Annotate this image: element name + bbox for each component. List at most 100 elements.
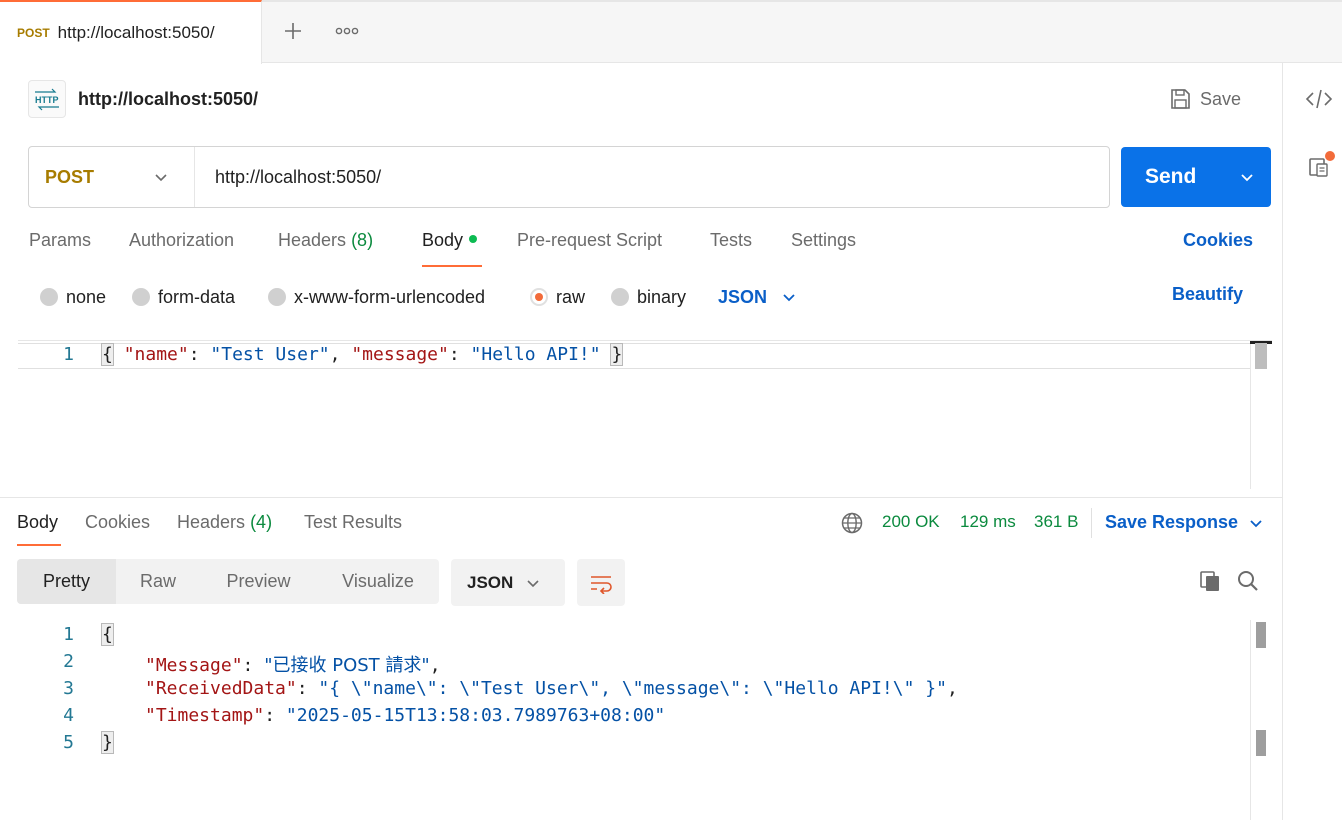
chevron-down-icon [783, 294, 795, 302]
cookies-link[interactable]: Cookies [1183, 230, 1253, 251]
tab-settings[interactable]: Settings [791, 230, 856, 268]
save-response-label: Save Response [1105, 512, 1239, 532]
save-icon [1171, 89, 1190, 109]
svg-text:HTTP: HTTP [35, 95, 59, 105]
response-status[interactable]: 200 OK [882, 512, 940, 532]
code-line: } [101, 731, 114, 754]
request-tab-active[interactable]: POST http://localhost:5050/ [0, 0, 262, 64]
tab-tests[interactable]: Tests [710, 230, 752, 268]
body-type-raw[interactable]: raw [530, 284, 585, 310]
request-title-row: HTTP http://localhost:5050/ [28, 80, 258, 118]
tab-pre-request-script[interactable]: Pre-request Script [517, 230, 662, 268]
code-line: { [101, 623, 114, 646]
view-pretty[interactable]: Pretty [17, 559, 116, 604]
radio-urlencoded-label: x-www-form-urlencoded [294, 286, 486, 307]
wrap-lines-button[interactable] [577, 559, 625, 606]
beautify-link[interactable]: Beautify [1172, 284, 1243, 305]
response-tab-cookies[interactable]: Cookies [85, 512, 150, 533]
response-time[interactable]: 129 ms [960, 512, 1016, 532]
http-icon: HTTP [28, 80, 66, 118]
chevron-down-icon [1250, 519, 1262, 527]
radio-urlencoded[interactable] [268, 288, 286, 306]
view-raw[interactable]: Raw [116, 559, 200, 604]
code-icon[interactable] [1305, 87, 1333, 111]
radio-binary[interactable] [611, 288, 629, 306]
response-tab-test-results[interactable]: Test Results [304, 512, 402, 533]
body-type-none[interactable]: none [40, 284, 106, 310]
line-number: 1 [63, 624, 74, 645]
line-number: 4 [63, 705, 74, 726]
request-name[interactable]: http://localhost:5050/ [78, 89, 258, 110]
code-token: "Message" [145, 655, 243, 676]
url-input[interactable] [215, 166, 1075, 188]
view-preview[interactable]: Preview [200, 559, 317, 604]
body-type-urlencoded[interactable]: x-www-form-urlencoded [268, 284, 485, 310]
response-tab-body[interactable]: Body [17, 512, 58, 533]
code-token: "已接收 POST 請求" [264, 655, 430, 676]
code-token: "Test User" [210, 344, 330, 365]
save-label: Save [1200, 88, 1242, 109]
tab-body[interactable]: Body [422, 230, 478, 268]
search-icon[interactable] [1236, 569, 1260, 593]
body-language-select[interactable]: JSON [718, 284, 797, 310]
url-bar: POST [28, 146, 1110, 208]
request-body-editor[interactable]: 1 { "name": "Test User", "message": "Hel… [18, 340, 1272, 489]
code-token: , [946, 678, 958, 699]
response-format-label: JSON [467, 572, 514, 592]
code-token: "message" [351, 344, 449, 365]
tab-authorization[interactable]: Authorization [129, 230, 234, 268]
right-context-bar [1282, 63, 1342, 820]
globe-icon[interactable] [840, 511, 864, 535]
tab-method-label: POST [17, 26, 50, 40]
method-label: POST [45, 166, 95, 187]
response-size[interactable]: 361 B [1034, 512, 1078, 532]
body-type-form-data[interactable]: form-data [132, 284, 235, 310]
radio-binary-label: binary [637, 286, 687, 307]
line-number: 3 [63, 678, 74, 699]
copy-icon[interactable] [1198, 569, 1222, 593]
body-type-binary[interactable]: binary [611, 284, 686, 310]
tab-headers-count: (8) [351, 230, 374, 250]
chevron-down-icon[interactable] [1239, 169, 1255, 185]
editor-scrollbar[interactable] [1250, 620, 1272, 820]
pane-divider[interactable] [0, 497, 1282, 498]
response-tab-headers-count: (4) [250, 512, 273, 532]
code-token: "{ \"name\": \"Test User\", \"message\":… [318, 678, 947, 699]
line-number: 5 [63, 732, 74, 753]
code-token: "Timestamp" [145, 705, 265, 726]
radio-raw[interactable] [530, 288, 548, 306]
code-token: { [101, 343, 114, 366]
code-token: : [188, 344, 211, 365]
tab-url-label: http://localhost:5050/ [57, 23, 215, 42]
plus-icon [285, 23, 301, 39]
scrollbar-marker [1256, 622, 1266, 648]
line-number: 2 [63, 651, 74, 672]
scrollbar-thumb[interactable] [1255, 343, 1267, 369]
code-token: : [448, 344, 471, 365]
response-body-viewer[interactable]: 1 { 2 "Message": "已接收 POST 請求", 3 "Recei… [18, 620, 1272, 820]
tab-headers[interactable]: Headers (8) [278, 230, 373, 268]
active-tab-indicator [17, 544, 61, 546]
response-tab-headers-label: Headers [177, 512, 246, 532]
chevron-down-icon [527, 579, 539, 587]
active-tab-indicator [422, 265, 482, 267]
tab-params[interactable]: Params [29, 230, 91, 268]
code-token: , [429, 655, 441, 676]
save-button[interactable]: Save [1168, 84, 1241, 114]
method-select[interactable]: POST [29, 147, 195, 207]
tab-bar: POST http://localhost:5050/ [0, 0, 1342, 64]
send-button[interactable]: Send [1121, 147, 1271, 207]
radio-none[interactable] [40, 288, 58, 306]
wrap-lines-icon [591, 575, 612, 594]
radio-raw-label: raw [556, 286, 586, 307]
response-format-select[interactable]: JSON [451, 559, 565, 606]
code-token: "Hello API!" [470, 344, 601, 365]
view-visualize[interactable]: Visualize [317, 559, 439, 604]
radio-form-data[interactable] [132, 288, 150, 306]
more-horizontal-icon [335, 27, 359, 35]
save-response-button[interactable]: Save Response [1105, 512, 1264, 533]
more-tabs-button[interactable] [332, 16, 362, 46]
response-tab-headers[interactable]: Headers (4) [177, 512, 272, 533]
new-tab-button[interactable] [278, 16, 308, 46]
notification-dot [1325, 151, 1335, 161]
